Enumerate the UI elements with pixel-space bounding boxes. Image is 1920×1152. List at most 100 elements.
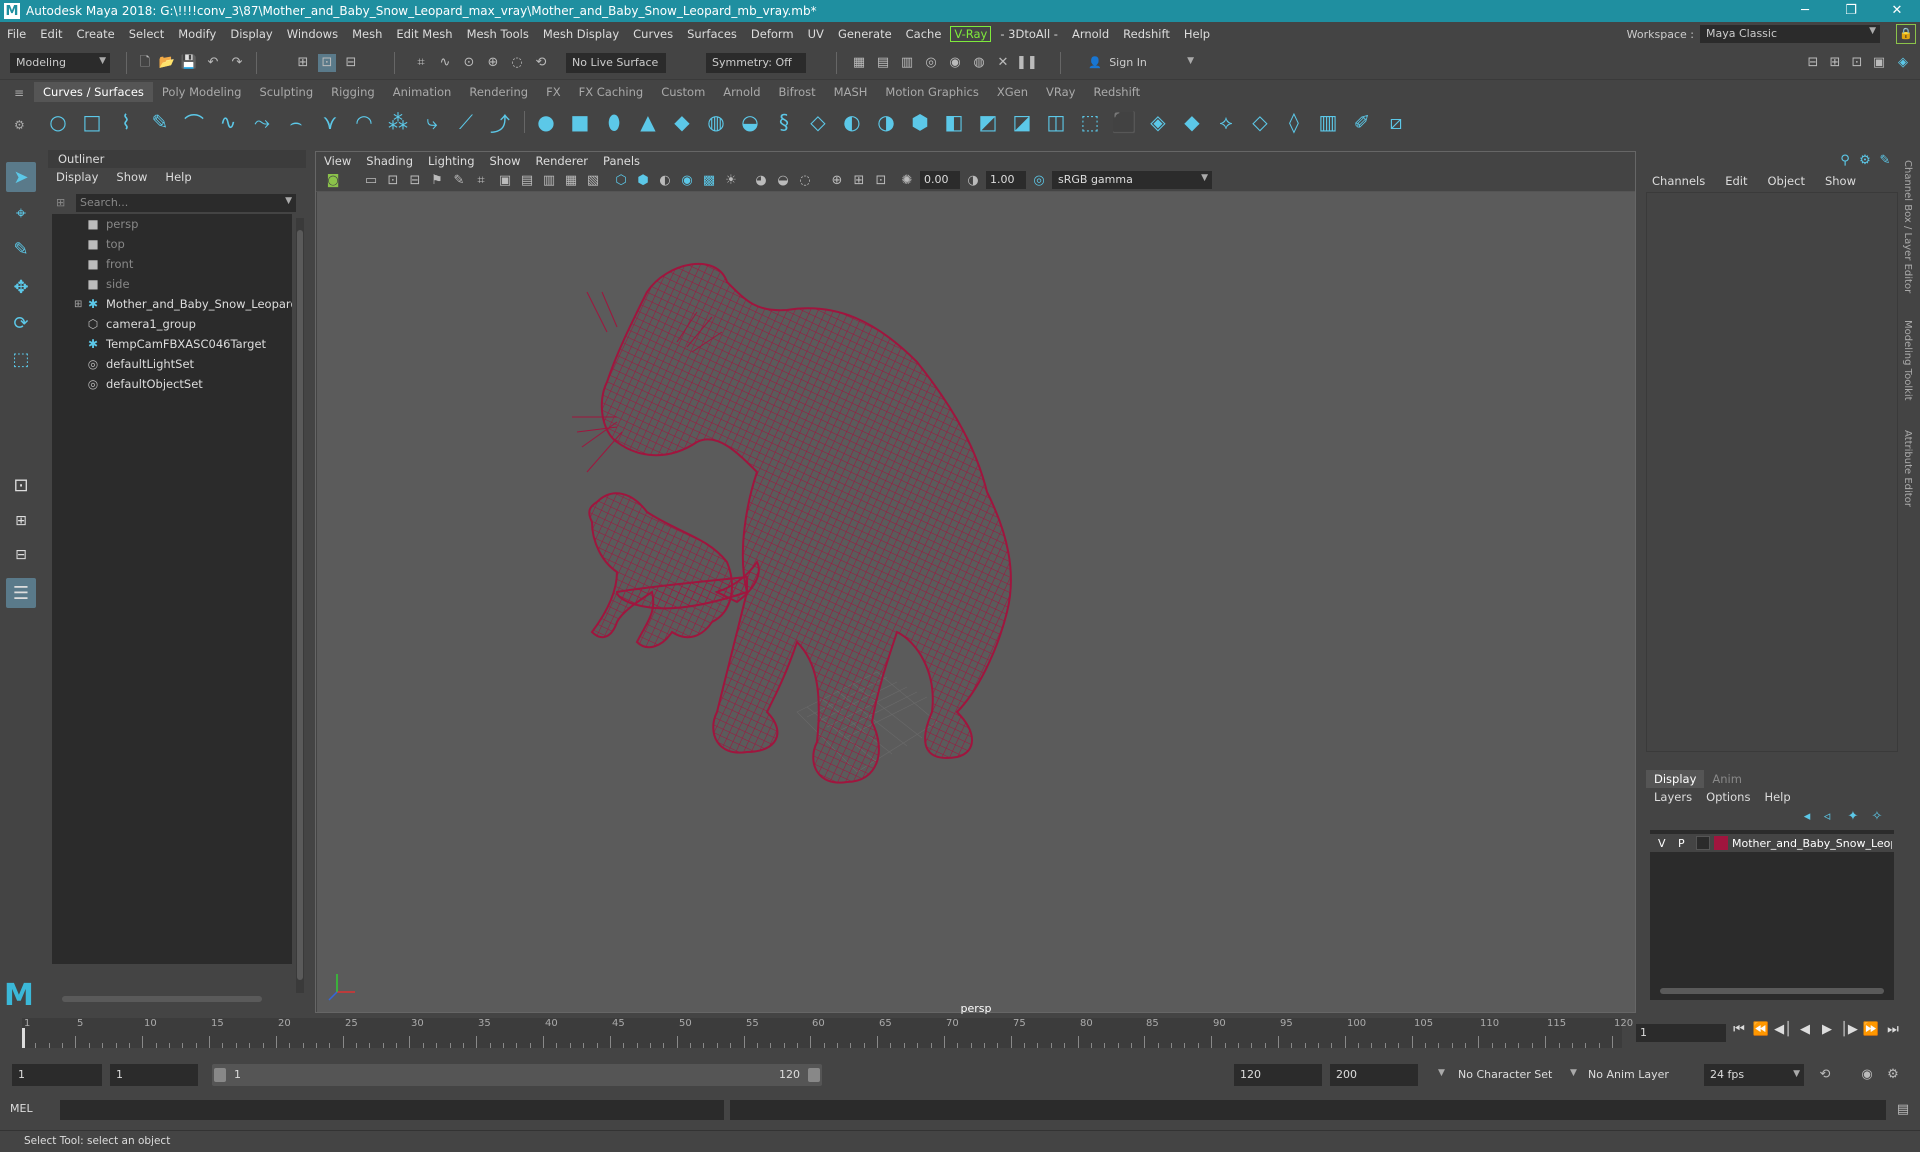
mel-label[interactable]: MEL bbox=[10, 1102, 33, 1115]
tab-custom[interactable]: Custom bbox=[652, 82, 714, 102]
wireframe-on-shaded-icon[interactable]: ◐ bbox=[656, 172, 674, 190]
tab-animation[interactable]: Animation bbox=[384, 82, 461, 102]
wireframe-icon[interactable]: ⬡ bbox=[612, 172, 630, 190]
side-tab-attribute-editor[interactable]: Attribute Editor bbox=[1902, 430, 1913, 507]
select-object-icon[interactable]: ⊡ bbox=[318, 54, 336, 72]
vray-render-icon[interactable]: ◉ bbox=[946, 54, 964, 72]
bezier-curve-icon[interactable]: ∿ bbox=[216, 110, 240, 134]
restore-button[interactable]: ❐ bbox=[1828, 0, 1874, 22]
outliner-item[interactable]: ⬡ camera1_group bbox=[52, 314, 292, 334]
grease-pencil-icon[interactable]: ✎ bbox=[450, 172, 468, 190]
tab-bifrost[interactable]: Bifrost bbox=[770, 82, 825, 102]
outliner-search-input[interactable]: Search... ▼ bbox=[76, 194, 296, 212]
tab-motion-graphics[interactable]: Motion Graphics bbox=[876, 82, 987, 102]
outliner-menu-help[interactable]: Help bbox=[165, 170, 191, 184]
menu-arnold[interactable]: Arnold bbox=[1065, 27, 1116, 41]
range-end-handle[interactable] bbox=[808, 1068, 820, 1082]
tool-settings-toggle-icon[interactable]: ✎ bbox=[1876, 152, 1894, 170]
exposure-icon[interactable]: ✺ bbox=[898, 172, 916, 190]
viewport-canvas[interactable]: persp bbox=[317, 192, 1635, 1015]
save-scene-icon[interactable]: 💾 bbox=[180, 54, 198, 72]
modeling-toolkit-icon[interactable]: ⊟ bbox=[1804, 54, 1822, 72]
gamma-field[interactable]: 1.00 bbox=[986, 171, 1026, 189]
pencil-curve-icon[interactable]: ⌒ bbox=[182, 110, 206, 136]
animation-end-field[interactable]: 200 bbox=[1330, 1064, 1418, 1086]
extend-surface-icon[interactable]: ◇ bbox=[1248, 110, 1272, 134]
workspace-dropdown[interactable]: Maya Classic ▼ bbox=[1700, 25, 1880, 43]
sculpt-geometry-icon[interactable]: ✐ bbox=[1350, 110, 1374, 134]
layer-playback-toggle[interactable]: P bbox=[1678, 837, 1685, 850]
snap-grid-icon[interactable]: ⌗ bbox=[412, 54, 430, 72]
outliner-item[interactable]: ◎ defaultLightSet bbox=[52, 354, 292, 374]
undo-icon[interactable]: ↶ bbox=[204, 54, 222, 72]
shelf-settings-icon[interactable]: ⚙ bbox=[14, 118, 28, 132]
step-forward-frame-icon[interactable]: │▶ bbox=[1838, 1022, 1860, 1037]
use-lights-icon[interactable]: ▩ bbox=[700, 172, 718, 190]
render-settings-icon[interactable]: ▥ bbox=[898, 54, 916, 72]
menu-windows[interactable]: Windows bbox=[280, 27, 345, 41]
menu-surfaces[interactable]: Surfaces bbox=[680, 27, 744, 41]
outliner-item[interactable]: ◎ defaultObjectSet bbox=[52, 374, 292, 394]
outliner-horizontal-scrollbar[interactable] bbox=[52, 994, 292, 1004]
go-to-end-icon[interactable]: ⏭ bbox=[1882, 1022, 1904, 1037]
rebuild-surface-icon[interactable]: ▥ bbox=[1316, 110, 1340, 134]
channel-box-toggle-icon[interactable]: ⚲ bbox=[1836, 152, 1854, 170]
play-backwards-icon[interactable]: ◀ bbox=[1794, 1022, 1816, 1037]
animation-prefs-icon[interactable]: ⚙ bbox=[1884, 1066, 1902, 1084]
nurbs-sphere-icon[interactable]: ● bbox=[534, 110, 558, 134]
symmetry-dropdown[interactable]: Symmetry: Off bbox=[706, 53, 806, 73]
tab-vray[interactable]: VRay bbox=[1037, 82, 1084, 102]
attribute-toggle-icon[interactable]: ⚙ bbox=[1856, 152, 1874, 170]
minimize-button[interactable]: ─ bbox=[1782, 0, 1828, 22]
rotate-tool-icon[interactable]: ⟳ bbox=[6, 308, 36, 338]
range-start-handle[interactable] bbox=[214, 1068, 226, 1082]
layer-editor-icon[interactable]: ◈ bbox=[1894, 54, 1912, 72]
close-button[interactable]: ✕ bbox=[1874, 0, 1920, 22]
single-layout-icon[interactable]: ⊡ bbox=[6, 470, 36, 500]
scrollbar-thumb[interactable] bbox=[62, 996, 262, 1002]
open-scene-icon[interactable]: 📂 bbox=[158, 54, 176, 72]
snap-view-icon[interactable]: ⊕ bbox=[484, 54, 502, 72]
tab-rendering[interactable]: Rendering bbox=[460, 82, 537, 102]
tab-anim-layers[interactable]: Anim bbox=[1704, 770, 1750, 788]
outliner-item[interactable]: ■ side bbox=[52, 274, 292, 294]
menu-edit-mesh[interactable]: Edit Mesh bbox=[389, 27, 459, 41]
loft-icon[interactable]: § bbox=[772, 110, 796, 134]
nurbs-torus-icon[interactable]: ◍ bbox=[704, 110, 728, 134]
revolve-icon[interactable]: ◒ bbox=[738, 110, 762, 134]
time-ruler[interactable]: 1 5 10 15 20 25 30 35 40 45 50 55 60 65 70 75 80 85 90 95 10… bbox=[22, 1018, 1633, 1048]
snap-surface-icon[interactable]: ◌ bbox=[508, 54, 526, 72]
layer-menu-layers[interactable]: Layers bbox=[1654, 790, 1692, 804]
surface-editing-icon[interactable]: ⧄ bbox=[1384, 110, 1408, 134]
film-gate-icon[interactable]: ▣ bbox=[496, 172, 514, 190]
viewport-menu-renderer[interactable]: Renderer bbox=[536, 152, 589, 170]
grid-toggle-icon[interactable]: ⌗ bbox=[472, 172, 490, 190]
tab-rigging[interactable]: Rigging bbox=[322, 82, 384, 102]
snap-point-icon[interactable]: ⊙ bbox=[460, 54, 478, 72]
range-bar[interactable]: 1 120 bbox=[212, 1064, 822, 1086]
ipr-render-icon[interactable]: ▤ bbox=[874, 54, 892, 72]
nurbs-plane-icon[interactable]: ◆ bbox=[670, 110, 694, 134]
nurbs-square-icon[interactable]: □ bbox=[80, 110, 104, 134]
gate-mask-icon[interactable]: ▥ bbox=[540, 172, 558, 190]
menu-create[interactable]: Create bbox=[70, 27, 122, 41]
viewport-menu-view[interactable]: View bbox=[324, 152, 351, 170]
tab-poly-modeling[interactable]: Poly Modeling bbox=[153, 82, 251, 102]
auto-key-icon[interactable]: ◉ bbox=[1858, 1066, 1876, 1084]
viewport-menu-show[interactable]: Show bbox=[490, 152, 521, 170]
tab-fx-caching[interactable]: FX Caching bbox=[570, 82, 653, 102]
menu-vray[interactable]: V-Ray bbox=[950, 26, 992, 42]
image-plane-icon[interactable]: ⊟ bbox=[406, 172, 424, 190]
xray-icon[interactable]: ◕ bbox=[752, 172, 770, 190]
exposure-field[interactable]: 0.00 bbox=[920, 171, 960, 189]
new-scene-icon[interactable]: 🗋 bbox=[136, 54, 154, 72]
tab-xgen[interactable]: XGen bbox=[988, 82, 1037, 102]
cv-curve-icon[interactable]: ⌇ bbox=[114, 110, 138, 134]
menu-edit[interactable]: Edit bbox=[33, 27, 69, 41]
nurbs-circle-icon[interactable]: ○ bbox=[46, 110, 70, 134]
filter-icon[interactable]: ⊞ bbox=[56, 196, 65, 209]
menu-mesh-tools[interactable]: Mesh Tools bbox=[460, 27, 536, 41]
playback-end-field[interactable]: 120 bbox=[1234, 1064, 1322, 1086]
insert-isoparm-icon[interactable]: ⟡ bbox=[1214, 110, 1238, 134]
trim-tool-icon[interactable]: ⬚ bbox=[1078, 110, 1102, 134]
